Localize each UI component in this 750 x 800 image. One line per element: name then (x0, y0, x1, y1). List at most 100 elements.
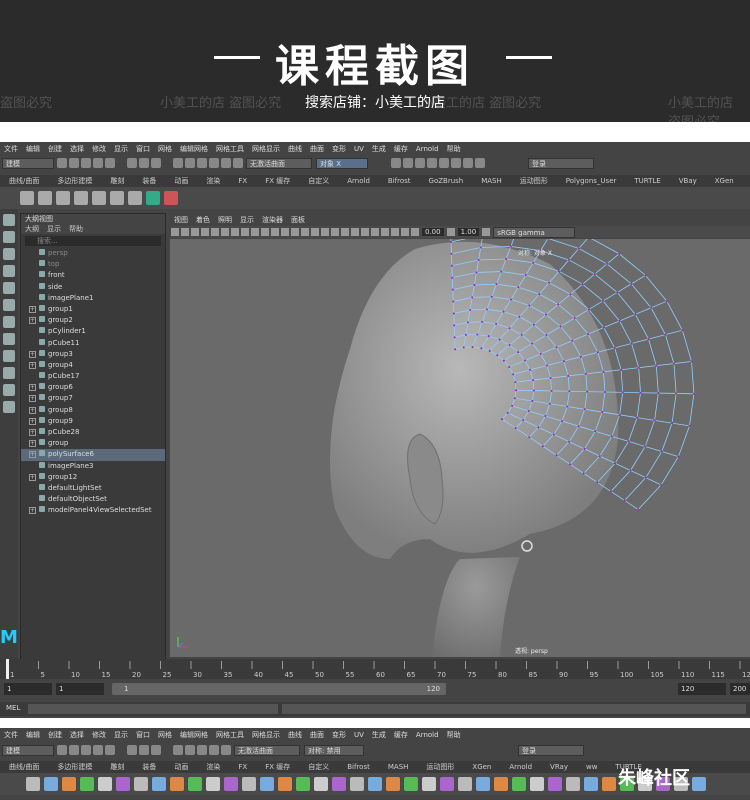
expand-icon[interactable]: + (29, 305, 36, 313)
grid-icon[interactable] (211, 228, 219, 236)
menu-item[interactable]: 生成 (368, 144, 390, 154)
snap-surface-icon[interactable] (221, 745, 231, 755)
login-dropdown[interactable]: 登录 (528, 157, 594, 169)
shelf-tool-icon[interactable] (494, 777, 508, 791)
outliner-item[interactable]: persp (21, 248, 165, 259)
snap-live-icon[interactable] (233, 158, 243, 168)
shelf-tool-icon[interactable] (170, 777, 184, 791)
playback-start-field[interactable]: 1 (56, 683, 104, 695)
menu-item[interactable]: 网格 (154, 144, 176, 154)
paint-select-icon[interactable] (3, 248, 15, 260)
shelf-tab[interactable]: MASH (472, 177, 511, 185)
shelf-tab[interactable]: 自定义 (299, 762, 338, 772)
arnold-icon[interactable] (463, 158, 473, 168)
menu-item[interactable]: 曲线 (284, 730, 306, 740)
image-plane-icon[interactable] (201, 228, 209, 236)
shelf-tab[interactable]: TURTLE (625, 177, 669, 185)
shelf-tool-icon[interactable] (602, 777, 616, 791)
save-icon[interactable] (81, 158, 91, 168)
shelf-tool-icon[interactable] (62, 777, 76, 791)
shelf-tool-icon[interactable] (314, 777, 328, 791)
expand-icon[interactable]: + (29, 440, 36, 448)
view-transform-dropdown[interactable]: sRGB gamma (493, 226, 576, 238)
viewport-menu-item[interactable]: 视图 (170, 215, 192, 225)
menu-item[interactable]: 创建 (44, 144, 66, 154)
last-tool-icon[interactable] (3, 316, 15, 328)
expand-icon[interactable]: + (29, 406, 36, 414)
shelf-tab[interactable]: 雕刻 (101, 176, 133, 186)
wireframe-icon[interactable] (281, 228, 289, 236)
menu-item[interactable]: 网格工具 (212, 730, 248, 740)
redo-icon[interactable] (105, 158, 115, 168)
menu-item[interactable]: Arnold (412, 145, 443, 153)
select-hierarchy-icon[interactable] (127, 158, 137, 168)
select-component-icon[interactable] (151, 745, 161, 755)
shelf-tool-icon[interactable] (566, 777, 580, 791)
second-live-surface-dropdown[interactable]: 无激活曲面 (234, 744, 300, 756)
shelf-tab[interactable]: 动画 (165, 176, 197, 186)
snap-point-icon[interactable] (197, 745, 207, 755)
rotate-tool-icon[interactable] (3, 282, 15, 294)
menu-item[interactable]: 帮助 (443, 730, 465, 740)
mel-input[interactable] (28, 704, 278, 714)
outliner-menu-item[interactable]: 显示 (47, 225, 61, 233)
viewport[interactable]: 对称: 对象 X 透视: persp (170, 239, 750, 657)
shelf-freeze-icon[interactable] (38, 191, 52, 205)
outliner-menu-item[interactable]: 大纲 (25, 225, 39, 233)
render-icon[interactable] (391, 158, 401, 168)
render-view-icon[interactable] (439, 158, 449, 168)
menu-item[interactable]: 编辑 (22, 730, 44, 740)
select-tool-icon[interactable] (3, 214, 15, 226)
outliner-item[interactable]: + pCube28 (21, 427, 165, 438)
outliner-item[interactable]: pCylinder1 (21, 326, 165, 337)
color-mgmt-icon[interactable] (482, 228, 491, 236)
shelf-tool-icon[interactable] (332, 777, 346, 791)
move-tool-icon[interactable] (3, 265, 15, 277)
outliner-item[interactable]: front (21, 270, 165, 281)
menu-item[interactable]: 网格工具 (212, 144, 248, 154)
shelf-tab[interactable]: VBay (670, 177, 706, 185)
shelf-tool-icon[interactable] (98, 777, 112, 791)
menu-item[interactable]: 编辑网格 (176, 730, 212, 740)
shelf-tab[interactable]: 雕刻 (101, 762, 133, 772)
expand-icon[interactable]: + (29, 473, 36, 481)
shelf-tab[interactable]: FX 缓存 (256, 762, 299, 772)
shelf-tool-icon[interactable] (224, 777, 238, 791)
film-gate-icon[interactable] (221, 228, 229, 236)
outliner-menu-item[interactable]: 帮助 (69, 225, 83, 233)
expand-icon[interactable]: + (29, 395, 36, 403)
hypershade-icon[interactable] (427, 158, 437, 168)
isolate-icon[interactable] (371, 228, 379, 236)
gamma-icon[interactable] (446, 228, 455, 236)
menu-item[interactable]: 文件 (0, 144, 22, 154)
shelf-tool-icon[interactable] (458, 777, 472, 791)
menu-item[interactable]: 编辑 (22, 144, 44, 154)
textured-icon[interactable] (311, 228, 319, 236)
viewport-menu-item[interactable]: 着色 (192, 215, 214, 225)
scale-tool-icon[interactable] (3, 299, 15, 311)
shelf-tool-icon[interactable] (116, 777, 130, 791)
end-time-field[interactable]: 200 (730, 683, 750, 695)
outliner-item[interactable]: side (21, 282, 165, 293)
shelf-tool-icon[interactable] (440, 777, 454, 791)
shelf-tab[interactable]: MASH (379, 763, 418, 771)
menu-item[interactable]: 选择 (66, 730, 88, 740)
field-chart-icon[interactable] (251, 228, 259, 236)
smooth-shade-icon[interactable] (291, 228, 299, 236)
shelf-tool-icon[interactable] (260, 777, 274, 791)
shelf-optimize-icon[interactable] (74, 191, 88, 205)
xray-comp-icon[interactable] (401, 228, 409, 236)
new-scene-icon[interactable] (57, 745, 67, 755)
shelf-tab[interactable]: 装备 (133, 762, 165, 772)
shelf-tab[interactable]: XGen (463, 763, 500, 771)
outliner-item[interactable]: + group6 (21, 382, 165, 393)
shelf-tab[interactable]: 运动图形 (511, 176, 557, 186)
shelf-tool-icon[interactable] (80, 777, 94, 791)
shadows-icon[interactable] (331, 228, 339, 236)
outliner-item[interactable]: imagePlane1 (21, 293, 165, 304)
new-scene-icon[interactable] (57, 158, 67, 168)
shelf-tool-icon[interactable] (26, 777, 40, 791)
shelf-tool-icon[interactable] (422, 777, 436, 791)
outliner-item[interactable]: top (21, 259, 165, 270)
shelf-tool-icon[interactable] (350, 777, 364, 791)
